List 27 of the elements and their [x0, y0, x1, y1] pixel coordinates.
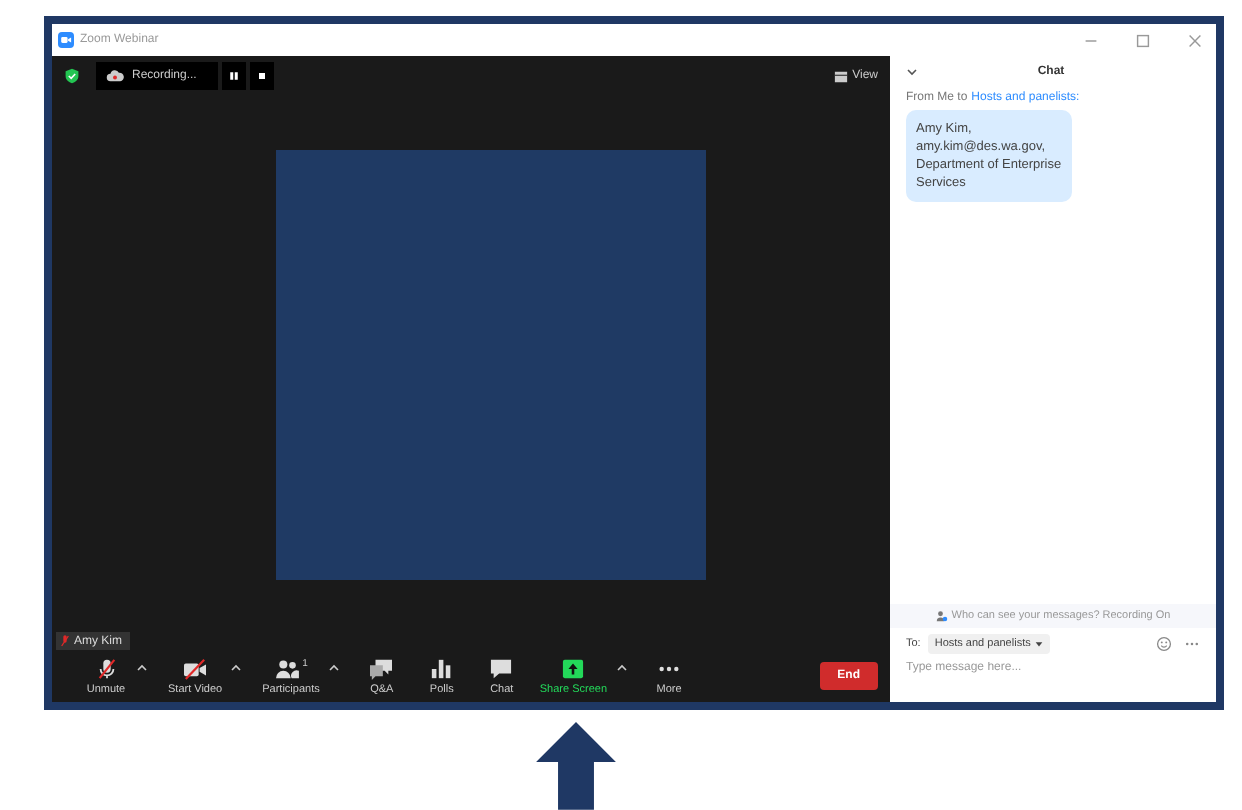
stop-button[interactable]	[250, 62, 275, 90]
share-screen-icon	[560, 657, 587, 680]
caret-icon	[1034, 640, 1045, 649]
bar-chart-icon	[428, 657, 455, 680]
cloud-icon	[106, 70, 124, 82]
caret-icon[interactable]	[230, 664, 243, 673]
muted-mic-icon	[60, 634, 70, 649]
grid-icon	[834, 69, 849, 83]
caret-icon[interactable]	[136, 664, 148, 673]
muted-mic-icon	[93, 657, 119, 680]
maximize-icon[interactable]	[1134, 31, 1152, 49]
muted-camera-icon	[182, 657, 209, 680]
up-arrow-icon	[536, 722, 616, 810]
more-icon[interactable]	[1184, 640, 1200, 649]
video-camera-icon	[58, 32, 74, 48]
pause-button[interactable]	[222, 62, 247, 90]
people-icon	[274, 657, 301, 680]
people-icon	[935, 610, 948, 623]
smiley-icon[interactable]	[1156, 636, 1172, 653]
pause-icon	[228, 70, 241, 82]
chevron-down-icon[interactable]	[906, 68, 918, 76]
speech-bubbles-icon	[368, 657, 395, 680]
caret-icon[interactable]	[615, 664, 628, 673]
speech-bubble-icon	[488, 657, 515, 680]
close-icon[interactable]	[1186, 31, 1204, 49]
shield-icon	[64, 68, 80, 84]
caret-icon[interactable]	[327, 664, 340, 673]
